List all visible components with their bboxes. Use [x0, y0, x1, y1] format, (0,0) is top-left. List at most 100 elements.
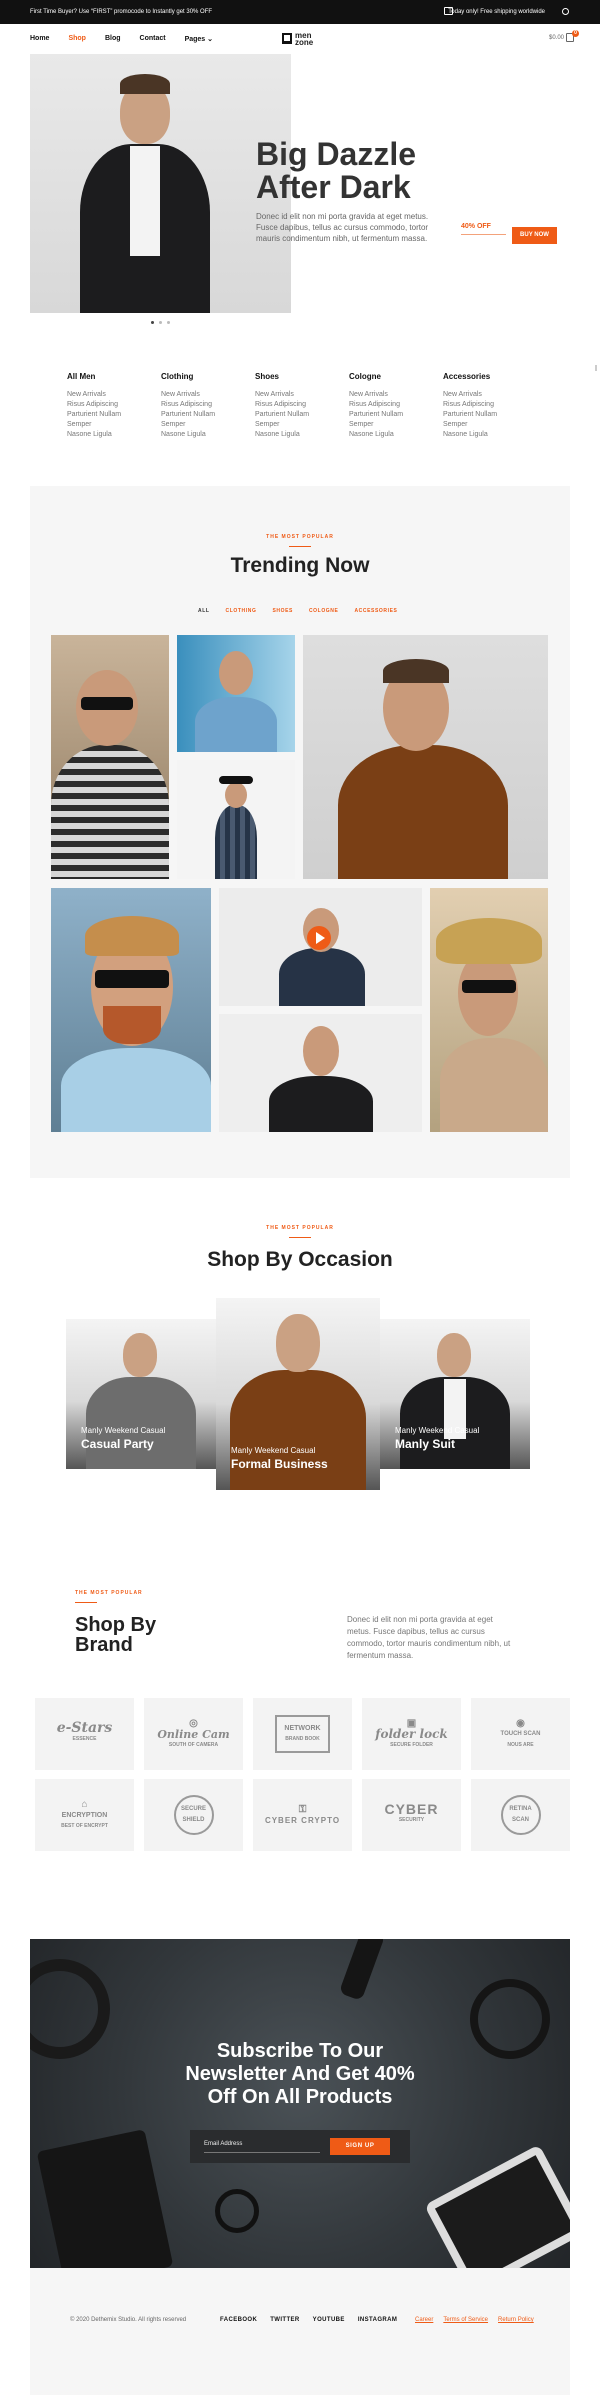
category-link[interactable]: Semper [161, 420, 255, 430]
cart-total[interactable]: $0.00 [549, 35, 564, 41]
occasion-card[interactable]: Manly Weekend Casual Manly Suit [380, 1319, 530, 1469]
product-photo[interactable] [430, 888, 548, 1132]
category-link[interactable]: Parturient Nullam [255, 410, 349, 420]
site-logo[interactable]: men zone [282, 30, 318, 48]
brand-logo-sub: SHIELD [182, 1817, 205, 1823]
slider-dot[interactable] [167, 321, 170, 324]
category-link[interactable]: New Arrivals [161, 390, 255, 400]
photo-shirt [195, 697, 277, 752]
category-link[interactable]: Nasone Ligula [349, 430, 443, 440]
category-link[interactable]: Parturient Nullam [161, 410, 255, 420]
category-link[interactable]: Semper [255, 420, 349, 430]
brand-logo[interactable]: RETINA SCAN [471, 1779, 570, 1851]
trending-eyebrow: THE MOST POPULAR [266, 534, 334, 540]
nav-item-pages[interactable]: Pages ⌄ [185, 35, 213, 43]
email-field[interactable]: Email Address [204, 2141, 320, 2153]
category-link[interactable]: New Arrivals [349, 390, 443, 400]
product-photo[interactable] [219, 1014, 422, 1132]
product-photo[interactable] [177, 760, 295, 879]
category-title[interactable]: Shoes [255, 372, 349, 381]
nav-item-contact[interactable]: Contact [140, 35, 166, 43]
bottle-icon [338, 1939, 386, 2001]
nav-item-home[interactable]: Home [30, 35, 49, 43]
filter-all[interactable]: ALL [198, 608, 210, 614]
nav-item-shop[interactable]: Shop [68, 35, 86, 43]
brand-logo[interactable]: ⚿ CYBER CRYPTO [253, 1779, 352, 1851]
category-link[interactable]: Risus Adipiscing [161, 400, 255, 410]
logo-text: men zone [295, 32, 313, 47]
photo-jacket [269, 1076, 373, 1132]
category-link[interactable]: Parturient Nullam [67, 410, 161, 420]
offer-underline [461, 234, 506, 235]
brand-logo-name: Online Cam [157, 1727, 230, 1741]
play-video-icon[interactable] [307, 926, 331, 950]
category-link[interactable]: New Arrivals [67, 390, 161, 400]
filter-shoes[interactable]: SHOES [272, 608, 293, 614]
buy-now-button[interactable]: BUY NOW [512, 227, 557, 244]
category-title[interactable]: Clothing [161, 372, 255, 381]
category-link[interactable]: Parturient Nullam [349, 410, 443, 420]
occasion-card[interactable]: Manly Weekend Casual Casual Party [66, 1319, 216, 1469]
category-link[interactable]: Risus Adipiscing [443, 400, 537, 410]
slider-dot[interactable] [159, 321, 162, 324]
brand-logo[interactable]: NETWORK BRAND BOOK [253, 1698, 352, 1770]
product-photo[interactable] [303, 635, 548, 879]
chevron-down-icon: ⌄ [207, 36, 214, 43]
nav-item-blog[interactable]: Blog [105, 35, 121, 43]
copyright-text: © 2020 Dethemix Studio. All rights reser… [70, 2317, 187, 2323]
category-link[interactable]: New Arrivals [443, 390, 537, 400]
category-link[interactable]: Risus Adipiscing [255, 400, 349, 410]
product-photo[interactable] [219, 888, 422, 1006]
brand-logo[interactable]: ⌂ ENCRYPTION BEST OF ENCRYPT [35, 1779, 134, 1851]
category-title[interactable]: All Men [67, 372, 161, 381]
product-photo[interactable] [51, 888, 211, 1132]
watch-icon [215, 2189, 259, 2233]
category-link[interactable]: Risus Adipiscing [67, 400, 161, 410]
category-link[interactable]: Risus Adipiscing [349, 400, 443, 410]
category-link[interactable]: Semper [67, 420, 161, 430]
career-link[interactable]: Career [415, 2317, 433, 2323]
filter-clothing[interactable]: CLOTHING [226, 608, 257, 614]
newsletter-title-line-3: Off On All Products [207, 2086, 393, 2108]
return-policy-link[interactable]: Return Policy [498, 2317, 534, 2323]
photo-beard [103, 1006, 161, 1044]
category-link[interactable]: Nasone Ligula [443, 430, 537, 440]
occasion-subtitle: Manly Weekend Casual [231, 1446, 316, 1455]
category-column: Accessories New Arrivals Risus Adipiscin… [443, 372, 537, 440]
brand-logo[interactable]: ▣ folder lock SECURE FOLDER [362, 1698, 461, 1770]
category-link[interactable]: Semper [349, 420, 443, 430]
filter-cologne[interactable]: COLOGNE [309, 608, 338, 614]
category-column: Shoes New Arrivals Risus Adipiscing Part… [255, 372, 349, 440]
youtube-link[interactable]: YOUTUBE [313, 2317, 345, 2323]
category-link[interactable]: Parturient Nullam [443, 410, 537, 420]
category-link[interactable]: Nasone Ligula [161, 430, 255, 440]
brand-logo[interactable]: ◎ Online Cam SOUTH OF CAMERA [144, 1698, 243, 1770]
facebook-link[interactable]: FACEBOOK [220, 2317, 257, 2323]
instagram-link[interactable]: INSTAGRAM [358, 2317, 398, 2323]
filter-accessories[interactable]: ACCESSORIES [354, 608, 397, 614]
sign-up-button[interactable]: SIGN UP [330, 2138, 390, 2155]
occasion-card[interactable]: Manly Weekend Casual Formal Business [216, 1298, 380, 1490]
category-title[interactable]: Cologne [349, 372, 443, 381]
brand-logo[interactable]: e-Stars ESSENCE [35, 1698, 134, 1770]
category-link[interactable]: New Arrivals [255, 390, 349, 400]
footer: © 2020 Dethemix Studio. All rights reser… [30, 2268, 570, 2395]
trending-title: Trending Now [230, 554, 370, 577]
brand-logo[interactable]: SECURE SHIELD [144, 1779, 243, 1851]
category-title[interactable]: Accessories [443, 372, 537, 381]
padlock-icon: ⌂ [81, 1798, 88, 1810]
product-photo[interactable] [51, 635, 169, 879]
twitter-link[interactable]: TWITTER [270, 2317, 299, 2323]
brand-logo[interactable]: CYBER SECURITY [362, 1779, 461, 1851]
category-link[interactable]: Semper [443, 420, 537, 430]
search-icon[interactable] [562, 8, 569, 15]
newsletter-title: Subscribe To Our Newsletter And Get 40% Of… [30, 2040, 570, 2109]
occasion-eyebrow: THE MOST POPULAR [266, 1225, 334, 1231]
social-links: FACEBOOK TWITTER YOUTUBE INSTAGRAM [220, 2317, 397, 2323]
category-link[interactable]: Nasone Ligula [67, 430, 161, 440]
brand-logo[interactable]: ◉ TOUCH SCAN NOUS ARE [471, 1698, 570, 1770]
category-link[interactable]: Nasone Ligula [255, 430, 349, 440]
product-photo[interactable] [177, 635, 295, 752]
terms-link[interactable]: Terms of Service [443, 2317, 488, 2323]
slider-dot[interactable] [151, 321, 154, 324]
